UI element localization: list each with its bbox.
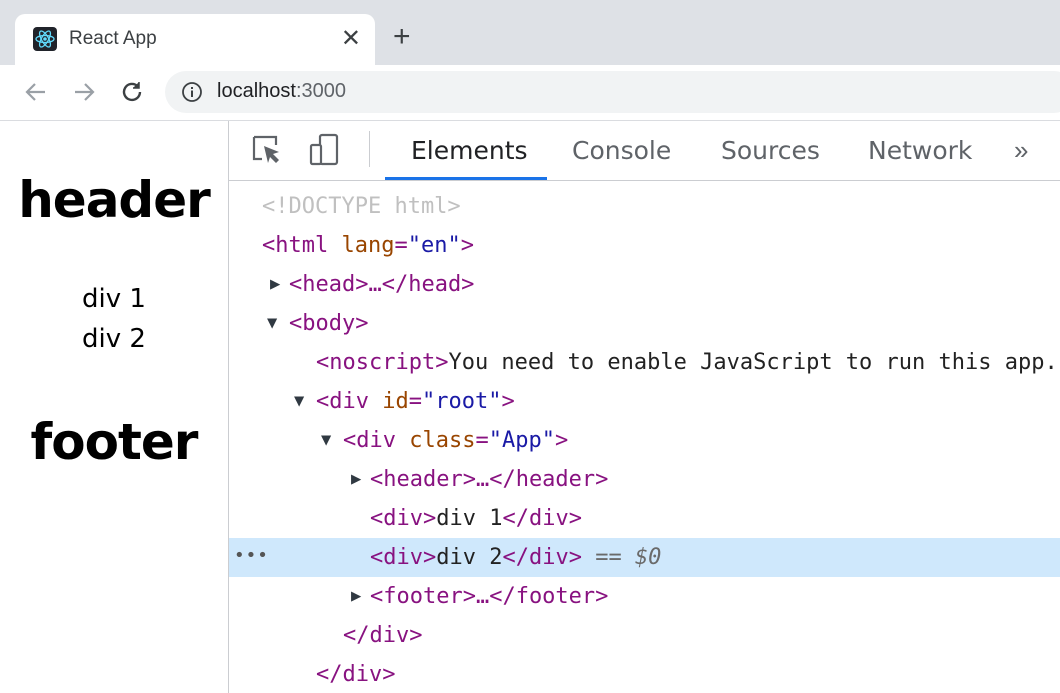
page-div-2: div 2 (82, 324, 146, 354)
app-attr-value: "App" (488, 428, 555, 453)
page-viewport: header div 1 div 2 footer (0, 121, 229, 693)
doctype-text: <!DOCTYPE html> (262, 194, 461, 219)
div-close-tag: </div> (502, 545, 582, 570)
div-1-text: div 1 (436, 506, 503, 531)
dom-node-noscript[interactable]: <noscript>You need to enable JavaScript … (229, 343, 1060, 382)
div-close-tag: </div> (502, 506, 582, 531)
tab-sources[interactable]: Sources (721, 136, 820, 165)
div-open-tag: <div> (370, 506, 437, 531)
devtools-panel: Elements Console Sources Network » <!DOC… (229, 121, 1060, 693)
app-attr-name: class (409, 428, 476, 453)
page-header-text: header (18, 171, 211, 229)
expand-triangle-icon[interactable]: ▶ (351, 460, 361, 499)
dom-node-footer[interactable]: ▶ <footer>…</footer> (229, 577, 1060, 616)
reload-icon[interactable] (118, 78, 146, 106)
root-close-tag: </div> (316, 662, 396, 687)
dom-node-body[interactable]: ▼ <body> (229, 304, 1060, 343)
expand-triangle-icon[interactable]: ▶ (270, 265, 280, 304)
tab-network[interactable]: Network (868, 136, 972, 165)
tab-close-icon[interactable]: ✕ (341, 26, 361, 52)
head-tag: <head>…</head> (289, 272, 475, 297)
toolbar-separator (369, 131, 370, 167)
root-attr-name: id (382, 389, 409, 414)
header-tag: <header>…</header> (370, 467, 609, 492)
address-bar[interactable]: localhost:3000 (165, 71, 1060, 113)
div-open-tag: <div> (370, 545, 437, 570)
devtools-toolbar: Elements Console Sources Network » (229, 121, 1060, 181)
device-toolbar-icon[interactable] (307, 132, 343, 168)
tab-console[interactable]: Console (572, 136, 671, 165)
dom-node-div-2-selected[interactable]: ••• <div>div 2</div> == $0 (229, 538, 1060, 577)
url-text[interactable]: localhost:3000 (217, 80, 346, 103)
url-port: :3000 (295, 80, 346, 102)
tab-title: React App (69, 28, 157, 49)
inspect-element-icon[interactable] (249, 132, 285, 168)
browser-toolbar: localhost:3000 (0, 65, 1060, 121)
url-host: localhost (217, 80, 296, 102)
dom-node-header[interactable]: ▶ <header>…</header> (229, 460, 1060, 499)
html-attr-name: lang (341, 233, 395, 258)
expand-triangle-icon[interactable]: ▶ (351, 577, 361, 616)
forward-arrow-icon[interactable] (70, 78, 98, 106)
collapse-triangle-icon[interactable]: ▼ (321, 421, 331, 460)
dom-node-head[interactable]: ▶ <head>…</head> (229, 265, 1060, 304)
app-close-tag: </div> (343, 623, 423, 648)
collapse-triangle-icon[interactable]: ▼ (294, 382, 304, 421)
html-attr-value: "en" (407, 233, 461, 258)
page-footer-text: footer (30, 413, 199, 471)
root-attr-value: "root" (421, 389, 502, 414)
app-tag: <div (343, 428, 396, 453)
browser-tab[interactable]: React App ✕ (15, 14, 375, 65)
browser-tab-strip: React App ✕ + (0, 0, 1060, 65)
root-tag: <div (316, 389, 369, 414)
body-tag: <body> (289, 311, 369, 336)
dom-node-html[interactable]: <html lang="en"> (229, 226, 1060, 265)
div-2-text: div 2 (436, 545, 503, 570)
more-tabs-chevron-icon[interactable]: » (1014, 135, 1028, 166)
noscript-text: You need to enable JavaScript to run thi… (448, 350, 1058, 375)
tab-elements[interactable]: Elements (411, 136, 528, 165)
more-actions-dots-icon[interactable]: ••• (234, 536, 269, 575)
selected-node-marker: == $0 (595, 545, 662, 570)
footer-tag: <footer>…</footer> (370, 584, 609, 609)
back-arrow-icon[interactable] (22, 78, 50, 106)
collapse-triangle-icon[interactable]: ▼ (267, 304, 277, 343)
page-div-1: div 1 (82, 284, 146, 314)
dom-node-app-close[interactable]: </div> (229, 616, 1060, 655)
dom-node-root[interactable]: ▼ <div id="root"> (229, 382, 1060, 421)
new-tab-button[interactable]: + (393, 22, 411, 52)
active-tab-indicator (385, 177, 547, 180)
dom-node-root-close[interactable]: </div> (229, 655, 1060, 693)
react-logo-icon (33, 27, 57, 51)
dom-node-doctype[interactable]: <!DOCTYPE html> (229, 187, 1060, 226)
dom-node-div-1[interactable]: <div>div 1</div> (229, 499, 1060, 538)
html-tag: <html (262, 233, 329, 258)
info-icon[interactable] (181, 81, 203, 103)
noscript-tag: <noscript> (316, 350, 449, 375)
dom-node-app[interactable]: ▼ <div class="App"> (229, 421, 1060, 460)
